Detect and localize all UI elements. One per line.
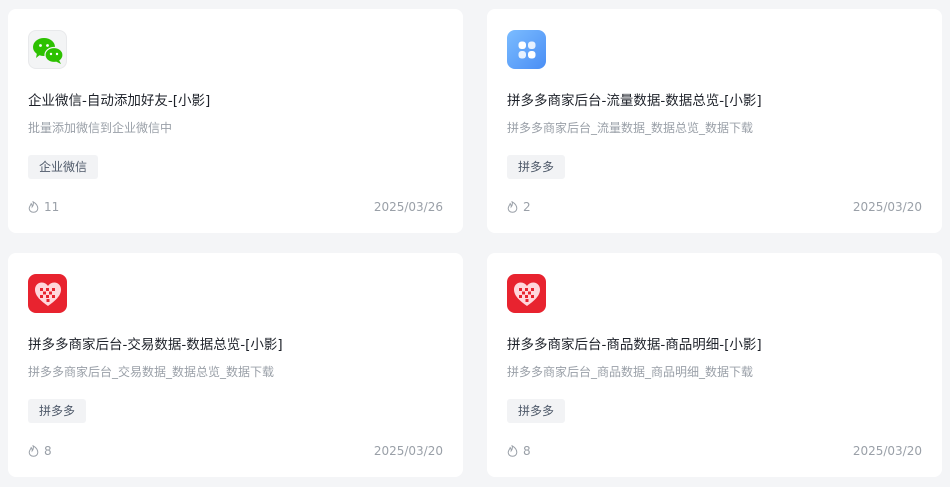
hot-count: 8 [28,444,52,458]
card-title: 拼多多商家后台-交易数据-数据总览-[小影] [28,337,283,353]
category-tag[interactable]: 拼多多 [507,155,566,179]
hot-count: 2 [507,200,531,214]
flame-icon [507,201,518,213]
card-title: 拼多多商家后台-流量数据-数据总览-[小影] [507,93,762,109]
hot-count: 8 [507,444,531,458]
card-description: 批量添加微信到企业微信中 [28,121,173,135]
hot-count: 11 [28,200,59,214]
card-title: 拼多多商家后台-商品数据-商品明细-[小影] [507,337,762,353]
flame-icon [28,445,39,457]
pinduoduo-logo-icon [28,274,67,313]
card-description: 拼多多商家后台_交易数据_数据总览_数据下载 [28,365,275,379]
template-card[interactable]: 企业微信-自动添加好友-[小影] 批量添加微信到企业微信中 企业微信 11 20… [8,9,463,233]
card-title: 企业微信-自动添加好友-[小影] [28,93,211,109]
card-description: 拼多多商家后台_流量数据_数据总览_数据下载 [507,121,754,135]
category-tag[interactable]: 企业微信 [28,155,99,179]
card-description: 拼多多商家后台_商品数据_商品明细_数据下载 [507,365,754,379]
template-card[interactable]: 拼多多商家后台-商品数据-商品明细-[小影] 拼多多商家后台_商品数据_商品明细… [487,253,942,477]
pinduoduo-logo-icon [507,274,546,313]
category-tag[interactable]: 拼多多 [28,399,87,423]
card-date: 2025/03/20 [852,200,922,214]
category-tag[interactable]: 拼多多 [507,399,566,423]
flame-icon [507,445,518,457]
card-date: 2025/03/20 [373,444,443,458]
card-date: 2025/03/26 [373,200,443,214]
hot-count-value: 8 [44,444,52,458]
wechat-icon [28,30,67,69]
card-date: 2025/03/20 [852,444,922,458]
hot-count-value: 11 [44,200,60,214]
template-card[interactable]: 拼多多商家后台-流量数据-数据总览-[小影] 拼多多商家后台_流量数据_数据总览… [487,9,942,233]
flame-icon [28,201,39,213]
hot-count-value: 2 [523,200,531,214]
hot-count-value: 8 [523,444,531,458]
template-card[interactable]: 拼多多商家后台-交易数据-数据总览-[小影] 拼多多商家后台_交易数据_数据总览… [8,253,463,477]
apps-grid-icon [507,30,546,69]
